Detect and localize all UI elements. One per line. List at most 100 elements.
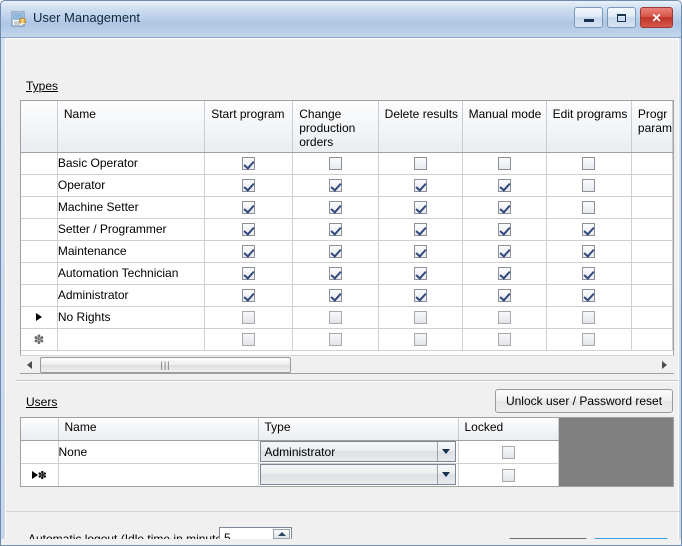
permission-cell-progr-param[interactable]: [631, 262, 673, 285]
permission-cell-delete-results[interactable]: [378, 152, 463, 175]
permission-cell-edit-programs[interactable]: [546, 174, 632, 197]
stepper-up-icon[interactable]: [273, 529, 290, 539]
checkbox-checked[interactable]: [242, 157, 256, 171]
checkbox-checked[interactable]: [413, 201, 427, 215]
row-header-cell[interactable]: [21, 440, 59, 464]
checkbox-unchecked[interactable]: [497, 311, 511, 325]
type-name-cell[interactable]: Automation Technician: [57, 262, 206, 285]
table-row[interactable]: Setter / Programmer: [21, 218, 673, 241]
permission-cell-manual-mode[interactable]: [462, 218, 547, 241]
permission-cell-progr-param[interactable]: [631, 328, 673, 351]
checkbox-checked[interactable]: [242, 223, 256, 237]
permission-cell-edit-programs[interactable]: [546, 328, 632, 351]
checkbox-unchecked[interactable]: [242, 333, 256, 347]
checkbox-checked[interactable]: [582, 289, 596, 303]
checkbox-checked[interactable]: [328, 201, 342, 215]
checkbox-checked[interactable]: [242, 289, 256, 303]
checkbox-unchecked[interactable]: [582, 157, 596, 171]
checkbox-unchecked[interactable]: [328, 333, 342, 347]
permission-cell-progr-param[interactable]: [631, 284, 673, 307]
permission-cell-manual-mode[interactable]: [462, 196, 547, 219]
permission-cell-manual-mode[interactable]: [462, 284, 547, 307]
checkbox-checked[interactable]: [497, 201, 511, 215]
checkbox-unchecked[interactable]: [497, 157, 511, 171]
types-horizontal-scrollbar[interactable]: |||: [20, 355, 674, 373]
permission-cell-manual-mode[interactable]: [462, 152, 547, 175]
table-row[interactable]: Automation Technician: [21, 262, 673, 285]
checkbox-unchecked[interactable]: [497, 333, 511, 347]
checkbox-checked[interactable]: [582, 267, 596, 281]
checkbox-checked[interactable]: [242, 245, 256, 259]
permission-cell-change-production-orders[interactable]: [292, 306, 379, 329]
permission-cell-manual-mode[interactable]: [462, 240, 547, 263]
type-name-cell[interactable]: No Rights: [57, 306, 206, 329]
permission-cell-change-production-orders[interactable]: [292, 284, 379, 307]
types-header-name[interactable]: Name: [57, 101, 206, 153]
permission-cell-delete-results[interactable]: [378, 284, 463, 307]
permission-cell-manual-mode[interactable]: [462, 262, 547, 285]
checkbox-checked[interactable]: [497, 245, 511, 259]
type-name-cell[interactable]: Maintenance: [57, 240, 206, 263]
users-data-grid[interactable]: Name Type Locked None Administrator ✽: [20, 417, 674, 487]
permission-cell-start-program[interactable]: [204, 152, 294, 175]
table-row[interactable]: Administrator: [21, 284, 673, 307]
permission-cell-edit-programs[interactable]: [546, 262, 632, 285]
permission-cell-start-program[interactable]: [204, 218, 294, 241]
checkbox-checked[interactable]: [328, 267, 342, 281]
row-header-cell[interactable]: [21, 196, 58, 219]
permission-cell-delete-results[interactable]: [378, 262, 463, 285]
checkbox-checked[interactable]: [413, 267, 427, 281]
permission-cell-start-program[interactable]: [204, 262, 294, 285]
checkbox-unchecked[interactable]: [242, 311, 256, 325]
maximize-button[interactable]: [607, 7, 636, 28]
user-type-dropdown[interactable]: [259, 464, 456, 485]
checkbox-unchecked[interactable]: [582, 179, 596, 193]
checkbox-unchecked[interactable]: [413, 311, 427, 325]
scrollbar-thumb[interactable]: |||: [40, 357, 291, 373]
row-header-cell[interactable]: ✽: [21, 328, 58, 351]
permission-cell-manual-mode[interactable]: [462, 306, 547, 329]
permission-cell-progr-param[interactable]: [631, 152, 673, 175]
checkbox-checked[interactable]: [497, 267, 511, 281]
checkbox-checked[interactable]: [497, 289, 511, 303]
permission-cell-delete-results[interactable]: [378, 174, 463, 197]
checkbox-checked[interactable]: [413, 223, 427, 237]
row-header-cell[interactable]: [21, 306, 58, 329]
user-name-cell[interactable]: None: [58, 440, 259, 464]
checkbox-unchecked[interactable]: [328, 157, 342, 171]
checkbox-checked[interactable]: [582, 245, 596, 259]
table-row[interactable]: Maintenance: [21, 240, 673, 263]
permission-cell-delete-results[interactable]: [378, 240, 463, 263]
permission-cell-edit-programs[interactable]: [546, 218, 632, 241]
permission-cell-start-program[interactable]: [204, 240, 294, 263]
permission-cell-start-program[interactable]: [204, 306, 294, 329]
permission-cell-progr-param[interactable]: [631, 306, 673, 329]
checkbox-checked[interactable]: [497, 179, 511, 193]
row-header-cell[interactable]: [21, 174, 58, 197]
types-data-grid[interactable]: Name Start program Change production ord…: [20, 100, 674, 374]
permission-cell-start-program[interactable]: [204, 328, 294, 351]
checkbox-checked[interactable]: [413, 289, 427, 303]
type-name-cell[interactable]: Machine Setter: [57, 196, 206, 219]
permission-cell-edit-programs[interactable]: [546, 152, 632, 175]
permission-cell-change-production-orders[interactable]: [292, 174, 379, 197]
permission-cell-progr-param[interactable]: [631, 174, 673, 197]
row-header-cell[interactable]: [21, 152, 58, 175]
permission-cell-delete-results[interactable]: [378, 196, 463, 219]
table-row[interactable]: None Administrator: [21, 440, 559, 464]
checkbox-checked[interactable]: [413, 245, 427, 259]
checkbox-checked[interactable]: [413, 179, 427, 193]
types-header-start-program[interactable]: Start program: [204, 101, 294, 153]
checkbox-checked[interactable]: [242, 179, 256, 193]
permission-cell-edit-programs[interactable]: [546, 196, 632, 219]
table-row[interactable]: ✽: [21, 328, 673, 351]
types-header-delete-results[interactable]: Delete results: [378, 101, 463, 153]
user-type-cell[interactable]: [258, 463, 459, 486]
chevron-down-icon[interactable]: [436, 442, 455, 461]
checkbox-unchecked[interactable]: [501, 468, 515, 482]
users-header-name[interactable]: Name: [58, 418, 259, 441]
row-header-cell[interactable]: [21, 262, 58, 285]
type-name-cell[interactable]: Administrator: [57, 284, 206, 307]
checkbox-checked[interactable]: [242, 267, 256, 281]
scroll-left-icon[interactable]: [21, 356, 38, 373]
